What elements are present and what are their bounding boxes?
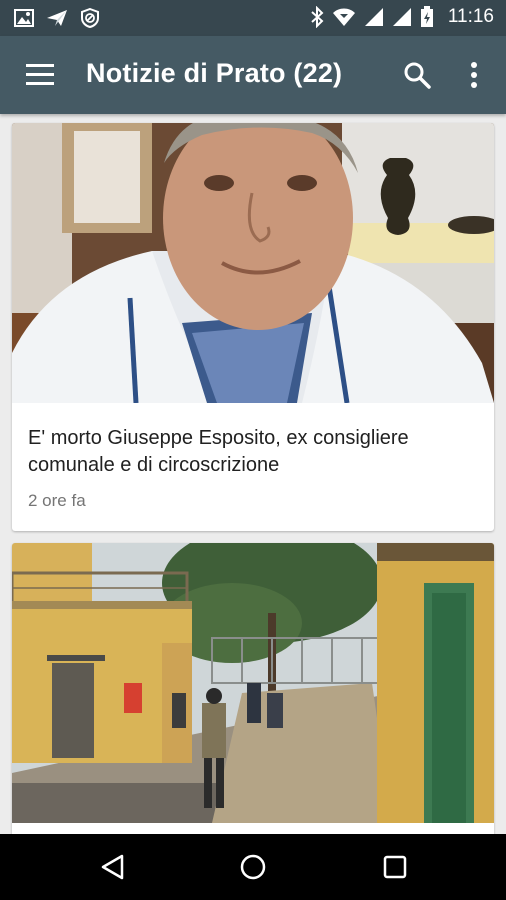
battery-icon xyxy=(420,6,433,27)
article-card[interactable] xyxy=(12,543,494,834)
signal-icon xyxy=(392,8,411,26)
article-image xyxy=(12,543,494,823)
article-card[interactable]: E' morto Giuseppe Esposito, ex consiglie… xyxy=(12,123,494,531)
wifi-icon xyxy=(332,8,355,26)
search-icon[interactable] xyxy=(402,60,432,90)
blocked-icon xyxy=(81,8,99,28)
status-bar: 11:16 xyxy=(0,0,506,36)
article-image xyxy=(12,123,494,403)
news-feed[interactable]: E' morto Giuseppe Esposito, ex consiglie… xyxy=(0,114,506,834)
article-time: 2 ore fa xyxy=(28,491,86,510)
app-bar: Notizie di Prato (22) xyxy=(0,36,506,114)
clock: 11:16 xyxy=(447,6,494,27)
more-vert-icon[interactable] xyxy=(466,60,482,90)
menu-icon[interactable] xyxy=(26,64,54,86)
nav-bar xyxy=(0,834,506,900)
image-icon xyxy=(14,9,34,27)
bluetooth-icon xyxy=(311,6,324,28)
back-icon[interactable] xyxy=(98,852,128,882)
signal-icon xyxy=(364,8,383,26)
send-icon xyxy=(47,10,67,26)
home-icon[interactable] xyxy=(238,852,268,882)
recents-icon[interactable] xyxy=(380,852,410,882)
article-title[interactable]: E' morto Giuseppe Esposito, ex consiglie… xyxy=(28,425,478,479)
page-title: Notizie di Prato (22) xyxy=(86,58,343,88)
